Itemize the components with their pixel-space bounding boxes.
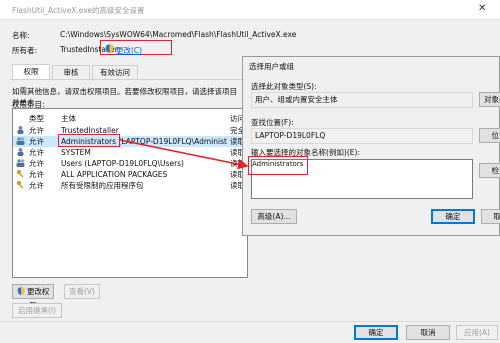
annotation-arrow <box>119 139 249 170</box>
